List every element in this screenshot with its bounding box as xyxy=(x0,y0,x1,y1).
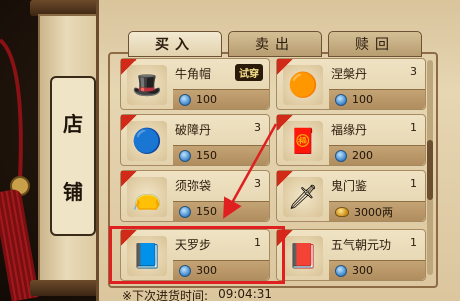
item-slot-five-qi-art[interactable]: 📕 五气朝元功 1 300 xyxy=(276,229,426,281)
item-price: 150 xyxy=(196,149,217,162)
coin-icon xyxy=(179,149,191,162)
item-price: 200 xyxy=(352,149,373,162)
price-bar: 100 xyxy=(329,89,425,109)
item-slot-nirvana-pill[interactable]: 🟠 涅槃丹 3 100 xyxy=(276,58,426,110)
item-count: 1 xyxy=(410,236,417,249)
item-name: 涅槃丹 xyxy=(331,67,368,81)
title-char-1: 店 xyxy=(63,111,83,136)
shop-tabs: 买入 卖出 赎回 xyxy=(128,31,422,57)
price-bar: 150 xyxy=(173,145,269,165)
item-price: 150 xyxy=(196,205,217,218)
game-shop-screen: 店 铺 买入 卖出 赎回 🎩 牛角帽 试穿 100 🟠 涅槃丹 3 100 🔵 … xyxy=(0,0,460,301)
price-bar: 3000两 xyxy=(329,201,425,221)
try-on-badge[interactable]: 试穿 xyxy=(235,64,263,81)
item-name: 五气朝元功 xyxy=(331,238,392,252)
item-slot-ghost-gate-mirror[interactable]: 🗡 鬼门鉴 1 3000两 xyxy=(276,170,426,222)
hot-corner-icon xyxy=(121,115,137,131)
tab-redeem[interactable]: 赎回 xyxy=(328,31,422,57)
item-name: 福缘丹 xyxy=(331,123,368,137)
restock-timer: ※下次进货时间: 09:04:31 xyxy=(122,287,272,301)
item-name: 须弥袋 xyxy=(175,179,212,193)
tab-buy[interactable]: 买入 xyxy=(128,31,222,57)
item-name: 牛角帽 xyxy=(175,67,212,81)
price-bar: 150 xyxy=(173,201,269,221)
hot-corner-icon xyxy=(277,171,293,187)
hot-corner-icon xyxy=(121,171,137,187)
coin-icon xyxy=(335,93,347,106)
highlight-box xyxy=(109,226,285,284)
gold-ingot-icon xyxy=(335,206,349,217)
item-price: 100 xyxy=(196,93,217,106)
item-slot-breakthrough-pill[interactable]: 🔵 破障丹 3 150 xyxy=(120,114,270,166)
hot-corner-icon xyxy=(277,59,293,75)
scrollbar-thumb[interactable] xyxy=(427,140,433,200)
item-price: 3000两 xyxy=(354,205,393,219)
item-count: 1 xyxy=(410,177,417,190)
coin-icon xyxy=(179,93,191,106)
item-slot-horned-hat[interactable]: 🎩 牛角帽 试穿 100 xyxy=(120,58,270,110)
item-name: 破障丹 xyxy=(175,123,212,137)
item-count: 3 xyxy=(254,121,261,134)
tab-sell[interactable]: 卖出 xyxy=(228,31,322,57)
coin-icon xyxy=(335,149,347,162)
item-count: 3 xyxy=(410,65,417,78)
item-count: 3 xyxy=(254,177,261,190)
item-slot-fortune-pill[interactable]: 🧧 福缘丹 1 200 xyxy=(276,114,426,166)
hot-corner-icon xyxy=(121,59,137,75)
item-slot-sumeru-bag[interactable]: 👝 须弥袋 3 150 xyxy=(120,170,270,222)
title-char-2: 铺 xyxy=(63,179,83,204)
coin-icon xyxy=(179,205,191,218)
item-price: 300 xyxy=(352,264,373,277)
coin-icon xyxy=(335,264,347,277)
restock-label: ※下次进货时间: xyxy=(122,289,209,301)
shop-title-panel: 店 铺 xyxy=(50,76,96,236)
item-list-scrollbar[interactable] xyxy=(427,60,433,275)
hot-corner-icon xyxy=(277,115,293,131)
item-name: 鬼门鉴 xyxy=(331,179,368,193)
item-count: 1 xyxy=(410,121,417,134)
price-bar: 200 xyxy=(329,145,425,165)
price-bar: 100 xyxy=(173,89,269,109)
price-bar: 300 xyxy=(329,260,425,280)
item-price: 100 xyxy=(352,93,373,106)
restock-time: 09:04:31 xyxy=(218,287,273,301)
